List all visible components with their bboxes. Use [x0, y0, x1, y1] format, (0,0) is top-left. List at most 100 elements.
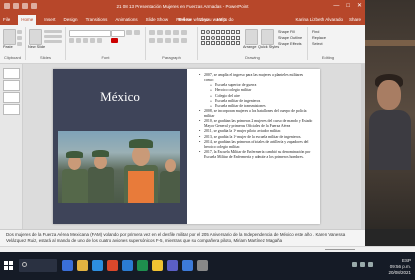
shapes-gallery[interactable]: [201, 30, 241, 46]
share-button[interactable]: Share: [349, 17, 361, 22]
tab-file[interactable]: File: [3, 17, 10, 25]
italic-icon[interactable]: [76, 38, 81, 43]
soldiers-photo[interactable]: [58, 131, 180, 203]
tab-animations[interactable]: Animations: [115, 17, 137, 25]
grow-font-icon[interactable]: [126, 30, 132, 35]
bullet-item: 2013, se gradúa la 1ª mujer de la escuel…: [199, 135, 313, 140]
bold-icon[interactable]: [69, 38, 74, 43]
replace-button[interactable]: Replace: [312, 36, 326, 40]
slide-thumbnail[interactable]: [3, 104, 20, 115]
underline-icon[interactable]: [83, 38, 88, 43]
window-title: 21 08 13 Presentación Mujeres en Fuerzas…: [116, 4, 249, 9]
shadow-icon[interactable]: [90, 38, 95, 43]
close-button[interactable]: ✕: [357, 2, 362, 10]
numbering-icon[interactable]: [157, 30, 163, 35]
shape-fill-button[interactable]: Shape Fill: [278, 30, 295, 34]
file-explorer-icon[interactable]: [77, 260, 88, 271]
shape-outline-button[interactable]: Shape Outline: [278, 36, 302, 40]
slide-thumbnail[interactable]: [3, 68, 20, 79]
sub-bullet-item: Escuela militar de ingenieros: [199, 99, 313, 104]
slides-group-label: Slides: [40, 55, 51, 60]
font-group: Font: [66, 27, 146, 60]
align-left-icon[interactable]: [149, 38, 155, 43]
system-tray[interactable]: [352, 262, 373, 267]
font-size-select[interactable]: [111, 30, 125, 37]
start-button[interactable]: [4, 261, 13, 270]
slide-title[interactable]: México: [53, 89, 187, 105]
font-group-label: Font: [101, 55, 110, 60]
decrease-indent-icon[interactable]: [165, 30, 171, 35]
teams-icon[interactable]: [167, 260, 178, 271]
slide-thumbnail[interactable]: [3, 80, 20, 91]
arrange-icon[interactable]: [245, 29, 258, 45]
edge-icon[interactable]: [92, 260, 103, 271]
format-painter-icon[interactable]: [17, 42, 22, 46]
ribbon-tabs-bar: File Home Insert Design Transitions Anim…: [0, 13, 365, 25]
font-family-select[interactable]: [69, 30, 111, 37]
ribbon: Paste Clipboard New Slide Slides Font Pa…: [0, 25, 365, 64]
find-button[interactable]: Find: [312, 30, 319, 34]
bullet-item: 2017, la Escuela Militar de Enfermería c…: [199, 150, 313, 160]
strikethrough-icon[interactable]: [97, 38, 102, 43]
excel-icon[interactable]: [137, 260, 148, 271]
powerpoint-icon[interactable]: [107, 260, 118, 271]
sub-bullet-item: Escuela militar de transmisiones: [199, 104, 313, 109]
quick-styles-label: Quick Styles: [258, 45, 280, 49]
taskbar-search-box[interactable]: [19, 259, 57, 272]
zoom-icon[interactable]: [182, 260, 193, 271]
slide-notes-caption[interactable]: Dos mujeres de la Fuerza Aérea Mexicana …: [0, 229, 365, 246]
bullet-item: 2014, se gradúan las primeras oficiales …: [199, 140, 313, 150]
chrome-icon[interactable]: [152, 260, 163, 271]
user-name[interactable]: Karina Lizbeth Alvarado: [295, 17, 343, 22]
select-button[interactable]: Select: [312, 42, 323, 46]
slide-thumbnail[interactable]: [3, 92, 20, 103]
slide-canvas[interactable]: México 2007, se amplía el ingreso para l…: [53, 69, 320, 224]
align-right-icon[interactable]: [165, 38, 171, 43]
quick-styles-icon[interactable]: [261, 29, 274, 45]
zoom-slider[interactable]: [325, 249, 355, 250]
shape-effects-button[interactable]: Shape Effects: [278, 42, 302, 46]
settings-icon[interactable]: [197, 260, 208, 271]
tab-slide-show[interactable]: Slide Show: [146, 17, 169, 25]
maximize-button[interactable]: □: [346, 2, 350, 10]
tab-insert[interactable]: Insert: [44, 17, 55, 25]
tell-me-search[interactable]: Tell me what you want to do: [178, 17, 234, 22]
paste-icon[interactable]: [3, 29, 16, 45]
columns-icon[interactable]: [181, 38, 187, 43]
layout-button[interactable]: [44, 30, 62, 33]
slide-title-panel: México: [53, 69, 187, 224]
justify-icon[interactable]: [173, 38, 179, 43]
slide-text-box[interactable]: 2007, se amplía el ingreso para las muje…: [195, 73, 313, 221]
windows-taskbar: ESP 09:56 p.m. 20/08/2021: [0, 252, 415, 280]
network-icon: [352, 262, 357, 267]
clipboard-group: Paste Clipboard: [0, 27, 26, 60]
paragraph-group: Paragraph: [146, 27, 198, 60]
minimize-button[interactable]: —: [333, 2, 339, 10]
task-view-icon[interactable]: [62, 260, 73, 271]
shrink-font-icon[interactable]: [134, 30, 140, 35]
section-button[interactable]: [44, 40, 62, 43]
clipboard-group-label: Clipboard: [3, 55, 22, 60]
align-center-icon[interactable]: [157, 38, 163, 43]
search-icon: [22, 262, 27, 267]
font-color-icon[interactable]: [111, 38, 118, 43]
word-icon[interactable]: [122, 260, 133, 271]
reset-button[interactable]: [44, 35, 62, 38]
new-slide-label: New Slide: [28, 45, 46, 49]
arrange-label: Arrange: [243, 45, 257, 49]
tab-transitions[interactable]: Transitions: [86, 17, 108, 25]
bullet-item: 2010, se gradúan las primeras 2 mujeres …: [199, 119, 313, 129]
slide-thumbnails-pane[interactable]: [0, 64, 23, 229]
tab-home[interactable]: Home: [18, 15, 37, 25]
cut-icon[interactable]: [17, 30, 22, 34]
clock-date: 20/08/2021: [388, 270, 411, 275]
bullets-icon[interactable]: [149, 30, 155, 35]
tab-design[interactable]: Design: [64, 17, 78, 25]
copy-icon[interactable]: [17, 36, 22, 40]
webcam-video-feed: [365, 0, 415, 229]
line-spacing-icon[interactable]: [181, 30, 187, 35]
increase-indent-icon[interactable]: [173, 30, 179, 35]
volume-icon: [360, 262, 365, 267]
clock[interactable]: ESP 09:56 p.m. 20/08/2021: [388, 258, 411, 276]
new-slide-icon[interactable]: [29, 29, 42, 45]
